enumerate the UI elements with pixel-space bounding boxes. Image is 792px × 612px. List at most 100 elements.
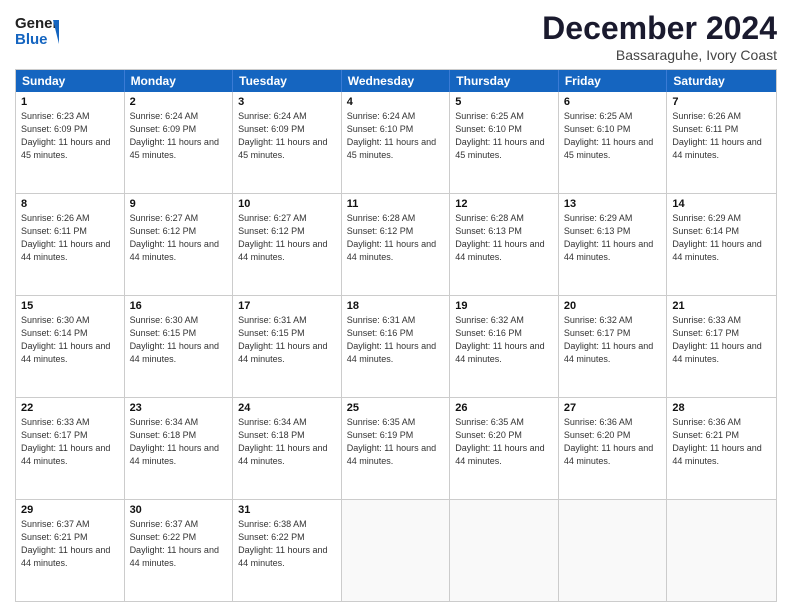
daylight-info: Daylight: 11 hours and 45 minutes. <box>238 137 327 160</box>
calendar-cell: 12 Sunrise: 6:28 AM Sunset: 6:13 PM Dayl… <box>450 194 559 295</box>
col-friday: Friday <box>559 70 668 92</box>
sunrise-info: Sunrise: 6:35 AM <box>455 417 524 427</box>
sunrise-info: Sunrise: 6:24 AM <box>347 111 416 121</box>
sunrise-info: Sunrise: 6:29 AM <box>564 213 633 223</box>
calendar-cell: 8 Sunrise: 6:26 AM Sunset: 6:11 PM Dayli… <box>16 194 125 295</box>
location-subtitle: Bassaraguhe, Ivory Coast <box>542 47 777 63</box>
calendar-cell: 16 Sunrise: 6:30 AM Sunset: 6:15 PM Dayl… <box>125 296 234 397</box>
calendar-row-3: 15 Sunrise: 6:30 AM Sunset: 6:14 PM Dayl… <box>16 295 776 397</box>
daylight-info: Daylight: 11 hours and 44 minutes. <box>564 239 653 262</box>
calendar-cell: 28 Sunrise: 6:36 AM Sunset: 6:21 PM Dayl… <box>667 398 776 499</box>
daylight-info: Daylight: 11 hours and 44 minutes. <box>21 443 110 466</box>
sunrise-info: Sunrise: 6:31 AM <box>347 315 416 325</box>
calendar-cell: 9 Sunrise: 6:27 AM Sunset: 6:12 PM Dayli… <box>125 194 234 295</box>
daylight-info: Daylight: 11 hours and 44 minutes. <box>238 545 327 568</box>
calendar: Sunday Monday Tuesday Wednesday Thursday… <box>15 69 777 602</box>
calendar-cell: 11 Sunrise: 6:28 AM Sunset: 6:12 PM Dayl… <box>342 194 451 295</box>
daylight-info: Daylight: 11 hours and 44 minutes. <box>672 239 761 262</box>
page-header: General Blue December 2024 Bassaraguhe, … <box>15 10 777 63</box>
calendar-cell: 26 Sunrise: 6:35 AM Sunset: 6:20 PM Dayl… <box>450 398 559 499</box>
day-number: 16 <box>130 299 228 313</box>
calendar-cell <box>667 500 776 601</box>
sunrise-info: Sunrise: 6:37 AM <box>21 519 90 529</box>
daylight-info: Daylight: 11 hours and 45 minutes. <box>21 137 110 160</box>
col-monday: Monday <box>125 70 234 92</box>
sunrise-info: Sunrise: 6:30 AM <box>21 315 90 325</box>
daylight-info: Daylight: 11 hours and 44 minutes. <box>130 443 219 466</box>
sunset-info: Sunset: 6:21 PM <box>672 430 739 440</box>
daylight-info: Daylight: 11 hours and 44 minutes. <box>455 239 544 262</box>
calendar-cell: 30 Sunrise: 6:37 AM Sunset: 6:22 PM Dayl… <box>125 500 234 601</box>
daylight-info: Daylight: 11 hours and 44 minutes. <box>21 341 110 364</box>
sunset-info: Sunset: 6:09 PM <box>21 124 88 134</box>
day-number: 1 <box>21 95 119 109</box>
day-number: 10 <box>238 197 336 211</box>
sunrise-info: Sunrise: 6:27 AM <box>238 213 307 223</box>
day-number: 25 <box>347 401 445 415</box>
sunset-info: Sunset: 6:18 PM <box>130 430 197 440</box>
sunrise-info: Sunrise: 6:26 AM <box>672 111 741 121</box>
svg-text:Blue: Blue <box>15 31 48 48</box>
calendar-cell: 3 Sunrise: 6:24 AM Sunset: 6:09 PM Dayli… <box>233 92 342 193</box>
col-sunday: Sunday <box>16 70 125 92</box>
daylight-info: Daylight: 11 hours and 44 minutes. <box>21 545 110 568</box>
day-number: 29 <box>21 503 119 517</box>
calendar-cell: 14 Sunrise: 6:29 AM Sunset: 6:14 PM Dayl… <box>667 194 776 295</box>
sunset-info: Sunset: 6:22 PM <box>130 532 197 542</box>
sunrise-info: Sunrise: 6:26 AM <box>21 213 90 223</box>
calendar-cell: 22 Sunrise: 6:33 AM Sunset: 6:17 PM Dayl… <box>16 398 125 499</box>
sunrise-info: Sunrise: 6:36 AM <box>672 417 741 427</box>
title-section: December 2024 Bassaraguhe, Ivory Coast <box>542 10 777 63</box>
sunset-info: Sunset: 6:18 PM <box>238 430 305 440</box>
calendar-cell: 15 Sunrise: 6:30 AM Sunset: 6:14 PM Dayl… <box>16 296 125 397</box>
month-title: December 2024 <box>542 10 777 47</box>
sunrise-info: Sunrise: 6:32 AM <box>455 315 524 325</box>
daylight-info: Daylight: 11 hours and 44 minutes. <box>238 239 327 262</box>
sunrise-info: Sunrise: 6:24 AM <box>130 111 199 121</box>
sunset-info: Sunset: 6:11 PM <box>21 226 87 236</box>
calendar-row-4: 22 Sunrise: 6:33 AM Sunset: 6:17 PM Dayl… <box>16 397 776 499</box>
col-saturday: Saturday <box>667 70 776 92</box>
daylight-info: Daylight: 11 hours and 44 minutes. <box>455 443 544 466</box>
sunrise-info: Sunrise: 6:24 AM <box>238 111 307 121</box>
sunset-info: Sunset: 6:17 PM <box>21 430 88 440</box>
day-number: 31 <box>238 503 336 517</box>
daylight-info: Daylight: 11 hours and 44 minutes. <box>130 341 219 364</box>
calendar-header: Sunday Monday Tuesday Wednesday Thursday… <box>16 70 776 92</box>
day-number: 2 <box>130 95 228 109</box>
daylight-info: Daylight: 11 hours and 44 minutes. <box>564 443 653 466</box>
calendar-cell: 20 Sunrise: 6:32 AM Sunset: 6:17 PM Dayl… <box>559 296 668 397</box>
day-number: 4 <box>347 95 445 109</box>
sunset-info: Sunset: 6:20 PM <box>564 430 631 440</box>
sunset-info: Sunset: 6:17 PM <box>564 328 631 338</box>
calendar-cell <box>342 500 451 601</box>
daylight-info: Daylight: 11 hours and 44 minutes. <box>130 545 219 568</box>
sunset-info: Sunset: 6:21 PM <box>21 532 88 542</box>
sunrise-info: Sunrise: 6:25 AM <box>564 111 633 121</box>
day-number: 30 <box>130 503 228 517</box>
sunrise-info: Sunrise: 6:28 AM <box>455 213 524 223</box>
day-number: 26 <box>455 401 553 415</box>
sunset-info: Sunset: 6:20 PM <box>455 430 522 440</box>
sunrise-info: Sunrise: 6:37 AM <box>130 519 199 529</box>
day-number: 28 <box>672 401 771 415</box>
calendar-cell: 25 Sunrise: 6:35 AM Sunset: 6:19 PM Dayl… <box>342 398 451 499</box>
day-number: 3 <box>238 95 336 109</box>
day-number: 21 <box>672 299 771 313</box>
calendar-cell: 23 Sunrise: 6:34 AM Sunset: 6:18 PM Dayl… <box>125 398 234 499</box>
daylight-info: Daylight: 11 hours and 44 minutes. <box>238 443 327 466</box>
calendar-cell <box>450 500 559 601</box>
daylight-info: Daylight: 11 hours and 44 minutes. <box>347 443 436 466</box>
sunrise-info: Sunrise: 6:23 AM <box>21 111 90 121</box>
sunrise-info: Sunrise: 6:29 AM <box>672 213 741 223</box>
sunset-info: Sunset: 6:15 PM <box>130 328 197 338</box>
sunrise-info: Sunrise: 6:36 AM <box>564 417 633 427</box>
col-thursday: Thursday <box>450 70 559 92</box>
calendar-body: 1 Sunrise: 6:23 AM Sunset: 6:09 PM Dayli… <box>16 92 776 601</box>
daylight-info: Daylight: 11 hours and 44 minutes. <box>455 341 544 364</box>
calendar-cell: 7 Sunrise: 6:26 AM Sunset: 6:11 PM Dayli… <box>667 92 776 193</box>
sunset-info: Sunset: 6:13 PM <box>564 226 631 236</box>
day-number: 7 <box>672 95 771 109</box>
calendar-cell: 1 Sunrise: 6:23 AM Sunset: 6:09 PM Dayli… <box>16 92 125 193</box>
col-wednesday: Wednesday <box>342 70 451 92</box>
